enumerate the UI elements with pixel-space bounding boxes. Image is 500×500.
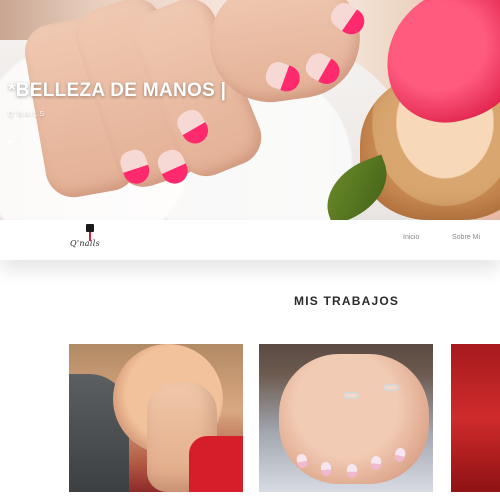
nail-art [320, 461, 332, 477]
nail-art [347, 464, 357, 478]
logo-text: Q'nails [70, 239, 101, 248]
ring-icon [343, 392, 359, 399]
email-icon[interactable]: ■ [8, 139, 12, 147]
nail-polish-bottle-icon [86, 224, 94, 232]
hero-title: *BELLEZA DE MANOS | [8, 80, 227, 101]
gallery-card[interactable] [259, 344, 433, 492]
gallery-photo-shirt [189, 436, 243, 492]
hero-subtitle: Q'NAILS [8, 111, 46, 118]
nav-link-sobre-mi[interactable]: Sobre Mi [452, 234, 480, 241]
section-title: MIS TRABAJOS [294, 294, 400, 308]
gallery-card[interactable] [451, 344, 500, 492]
nav-link-inicio[interactable]: Inicio [403, 234, 419, 241]
gallery-card[interactable] [69, 344, 243, 492]
whatsapp-icon[interactable]: ◔ [20, 139, 24, 147]
hero-banner: *BELLEZA DE MANOS | Q'NAILS ■ ◔ [0, 0, 500, 220]
site-logo[interactable]: Q'nails [68, 224, 118, 256]
top-navigation: Q'nails Inicio Sobre Mi [0, 220, 500, 260]
ring-icon [383, 384, 399, 391]
social-icons: ■ ◔ [8, 139, 24, 147]
